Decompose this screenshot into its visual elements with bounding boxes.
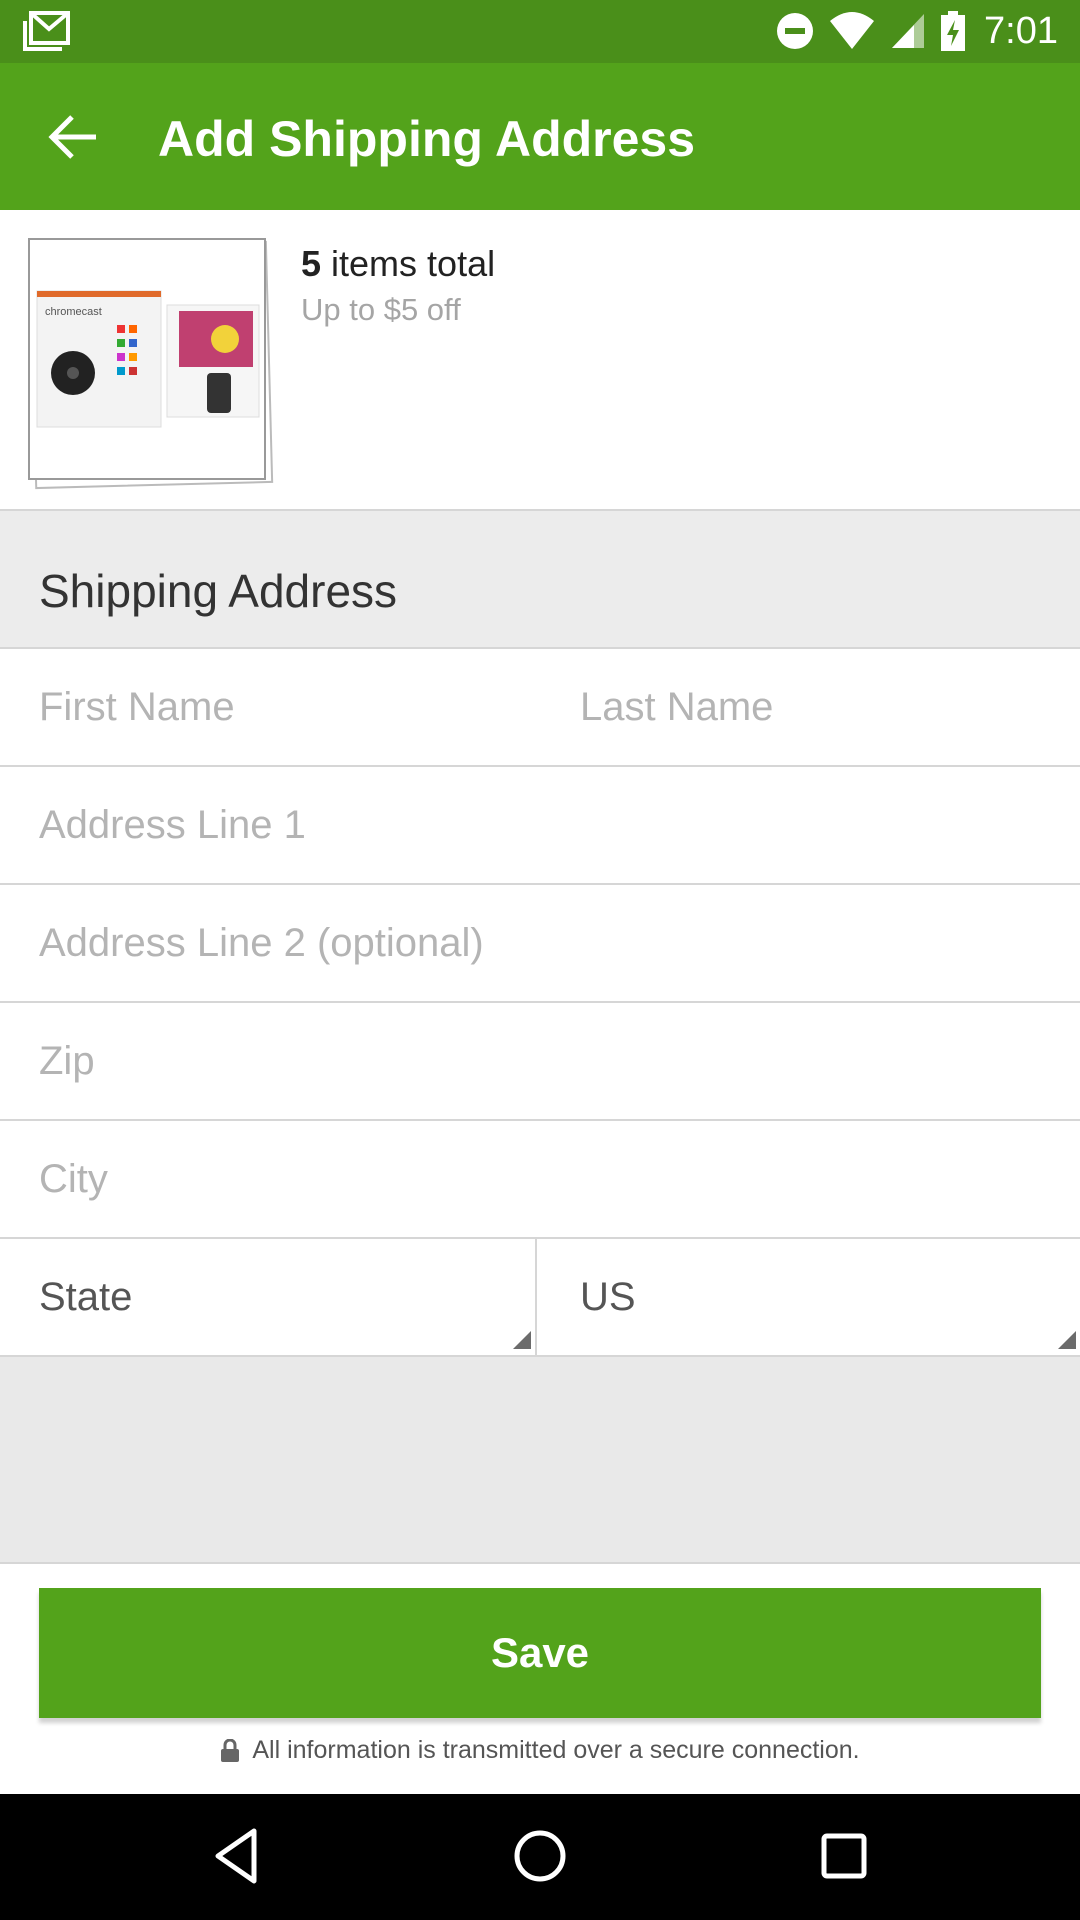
city-row: City	[0, 1121, 1080, 1239]
state-select[interactable]: State	[0, 1239, 537, 1355]
shipping-form: First Name Last Name Address Line 1 Addr…	[0, 649, 1080, 1357]
dropdown-caret-icon	[513, 1331, 531, 1349]
save-button[interactable]: Save	[39, 1588, 1041, 1718]
section-header: Shipping Address	[0, 511, 1080, 649]
state-select-value: State	[39, 1274, 133, 1319]
battery-charging-icon	[941, 11, 966, 51]
country-select-value: US	[580, 1274, 636, 1319]
do-not-disturb-icon	[777, 13, 814, 49]
items-total-label: items total	[321, 243, 496, 284]
gmail-notification-icon	[23, 11, 70, 51]
arrow-left-icon[interactable]	[44, 111, 104, 163]
country-select[interactable]: US	[539, 1239, 1080, 1355]
address2-row: Address Line 2 (optional)	[0, 885, 1080, 1003]
product-box-label: chromecast	[45, 306, 102, 318]
secure-note: All information is transmitted over a se…	[0, 1736, 1080, 1765]
footer: Save All information is transmitted over…	[0, 1562, 1080, 1794]
dropdown-caret-icon	[1058, 1331, 1076, 1349]
order-summary: chromecast 5 items total Up to $5 off	[0, 210, 1080, 511]
secure-note-text: All information is transmitted over a se…	[252, 1736, 860, 1764]
state-country-row: State US	[0, 1239, 1080, 1357]
section-title: Shipping Address	[39, 565, 398, 617]
system-nav-bar	[0, 1794, 1080, 1920]
page-title: Add Shipping Address	[158, 111, 696, 167]
clock: 7:01	[984, 9, 1058, 52]
zip-field[interactable]: Zip	[39, 1003, 1080, 1119]
cell-signal-icon	[892, 14, 925, 48]
discount-text: Up to $5 off	[301, 292, 461, 327]
address-line-1-field[interactable]: Address Line 1	[39, 767, 1080, 883]
product-thumbnail: chromecast	[28, 238, 274, 490]
back-triangle-icon[interactable]	[212, 1827, 260, 1885]
zip-row: Zip	[0, 1003, 1080, 1121]
home-circle-icon[interactable]	[513, 1827, 567, 1885]
name-row: First Name Last Name	[0, 649, 1080, 767]
address-line-2-field[interactable]: Address Line 2 (optional)	[39, 885, 1080, 1001]
last-name-field[interactable]: Last Name	[580, 649, 1060, 765]
recents-square-icon[interactable]	[820, 1827, 868, 1885]
items-total: 5 items total	[301, 243, 495, 285]
first-name-field[interactable]: First Name	[39, 649, 519, 765]
city-field[interactable]: City	[39, 1121, 1080, 1237]
lock-icon	[221, 1738, 240, 1762]
status-bar: 7:01	[0, 0, 1080, 63]
address1-row: Address Line 1	[0, 767, 1080, 885]
wifi-icon	[830, 12, 875, 49]
items-count: 5	[301, 243, 322, 284]
app-bar: Add Shipping Address	[0, 63, 1080, 210]
